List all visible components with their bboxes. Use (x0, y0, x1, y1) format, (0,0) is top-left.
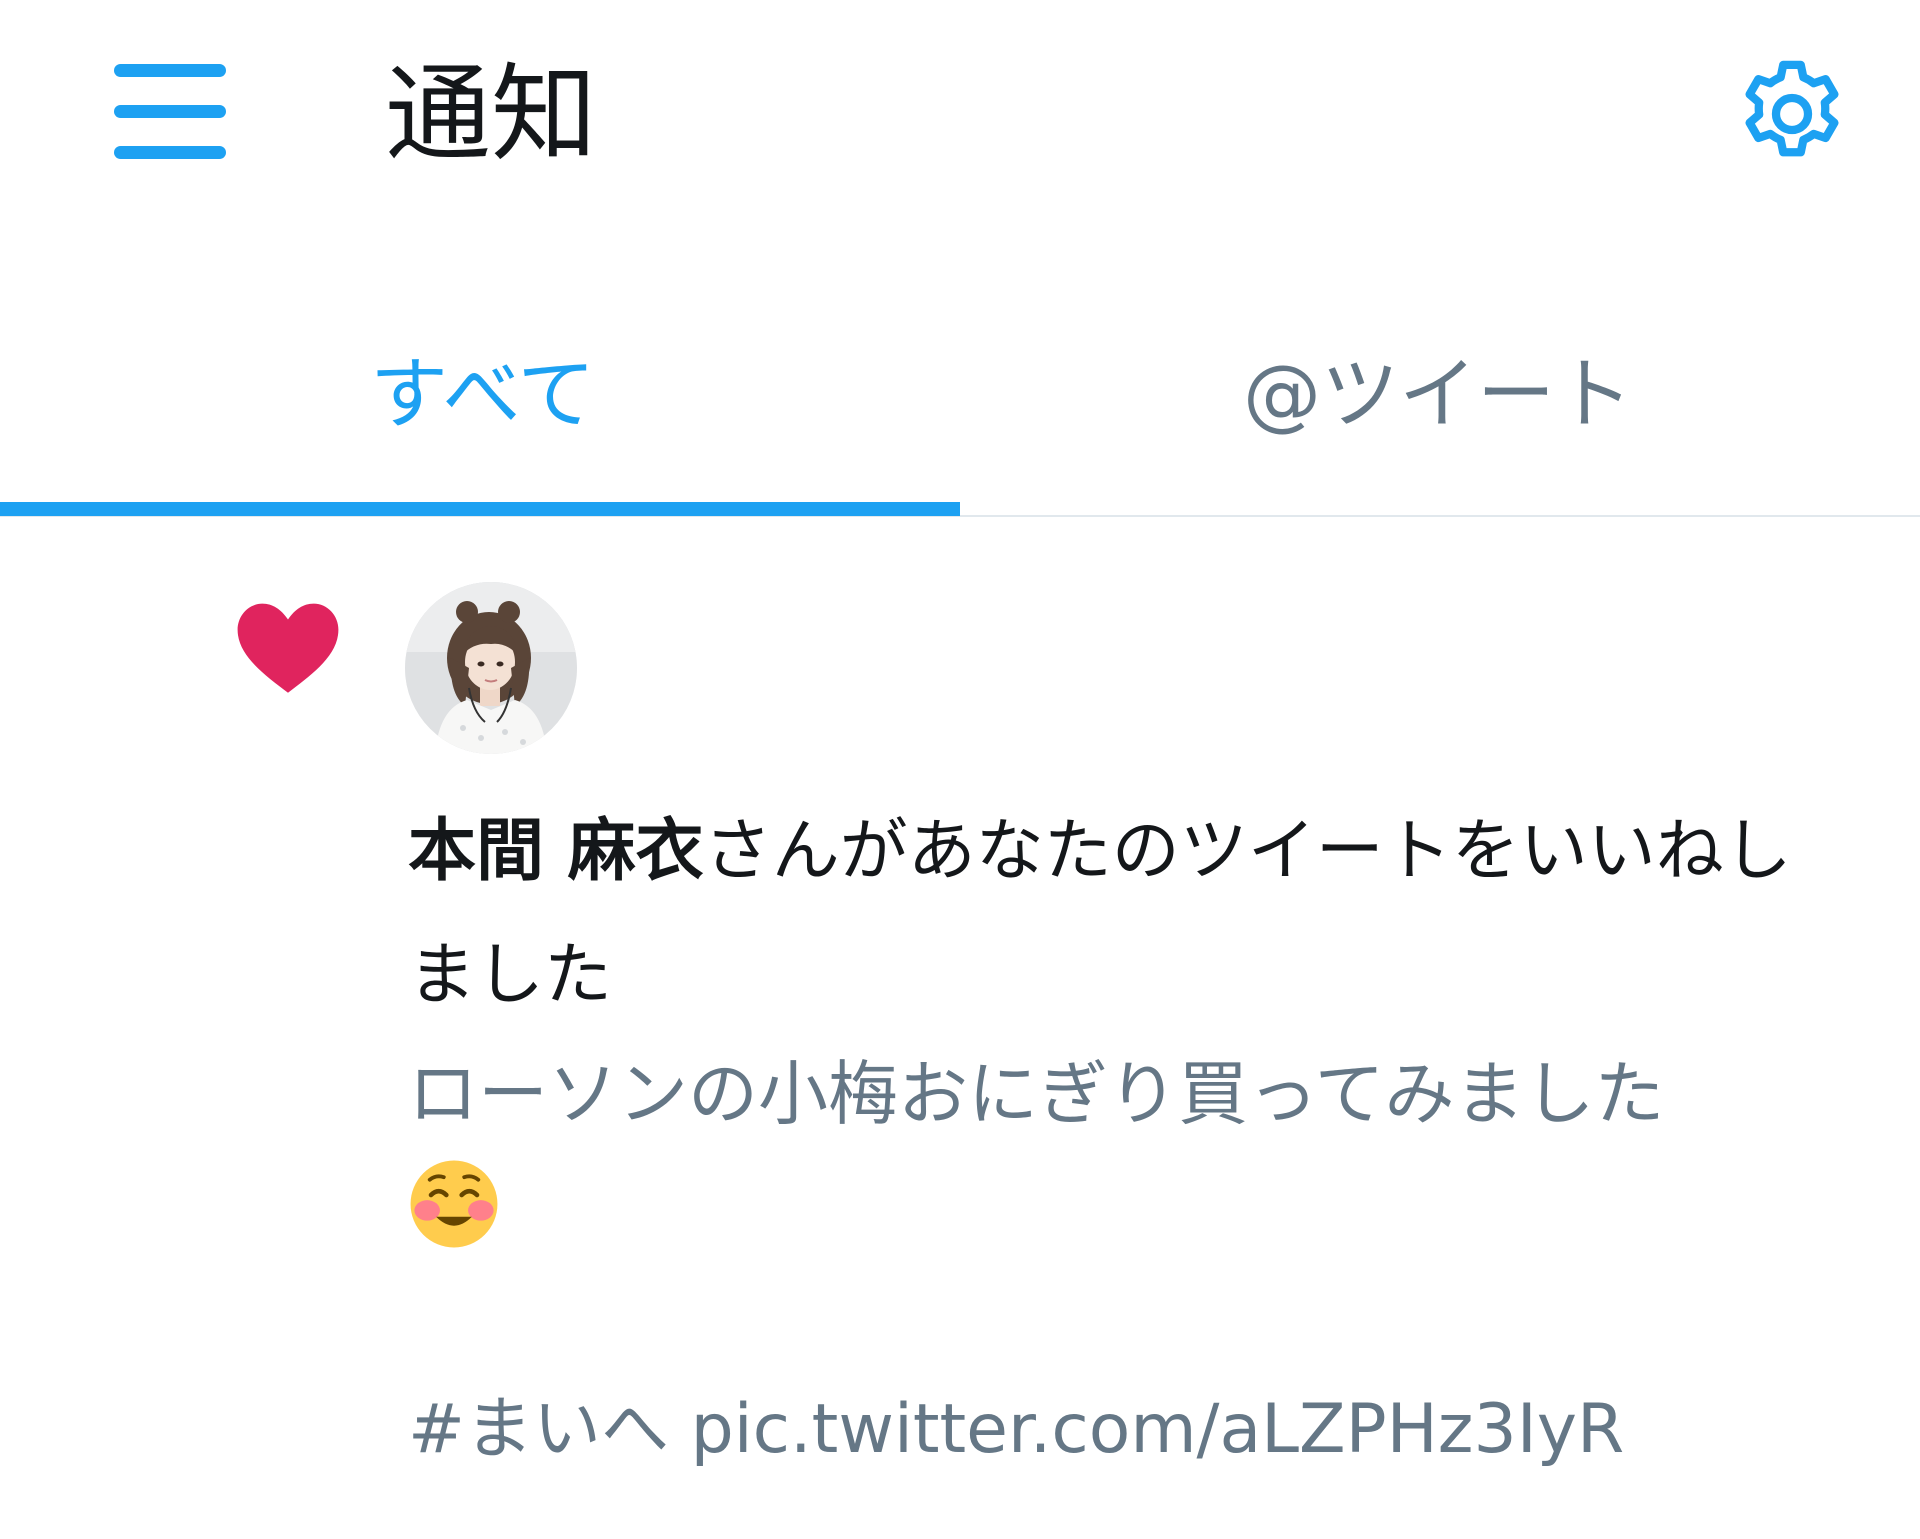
user-name-link[interactable]: 本間 麻衣 (408, 812, 704, 891)
notification-message: 本間 麻衣さんがあなたのツイートをいいねしました (408, 790, 1808, 1038)
notification-item[interactable]: 本間 麻衣さんがあなたのツイートをいいねしました ローソンの小梅おにぎり買ってみ… (0, 520, 1920, 1539)
heart-icon (232, 592, 344, 704)
hamburger-menu-icon[interactable] (112, 60, 228, 164)
tweet-links: #まいへ pic.twitter.com/aLZPHz3IyR (408, 1375, 1868, 1485)
smiling-face-emoji-icon (408, 1158, 500, 1250)
menu-bar-line (114, 146, 226, 159)
tab-all[interactable]: すべて (0, 310, 960, 518)
top-app-bar: 通知 (0, 0, 1920, 225)
hashtag-link[interactable]: #まいへ (408, 1390, 669, 1469)
tab-all-label: すべて (370, 350, 596, 440)
tab-mentions-label: @ツイート (1243, 350, 1634, 440)
page-title: 通知 (385, 53, 597, 176)
menu-bar-line (114, 64, 226, 77)
notification-tabs: すべて @ツイート (0, 310, 1920, 518)
tab-mentions[interactable]: @ツイート (960, 310, 1920, 518)
menu-bar-line (114, 105, 226, 118)
user-avatar[interactable] (405, 582, 577, 754)
active-tab-indicator (0, 502, 960, 516)
tweet-text: ローソンの小梅おにぎり買ってみました (408, 1053, 1665, 1135)
gear-icon[interactable] (1730, 52, 1854, 176)
media-link[interactable]: pic.twitter.com/aLZPHz3IyR (691, 1390, 1625, 1469)
